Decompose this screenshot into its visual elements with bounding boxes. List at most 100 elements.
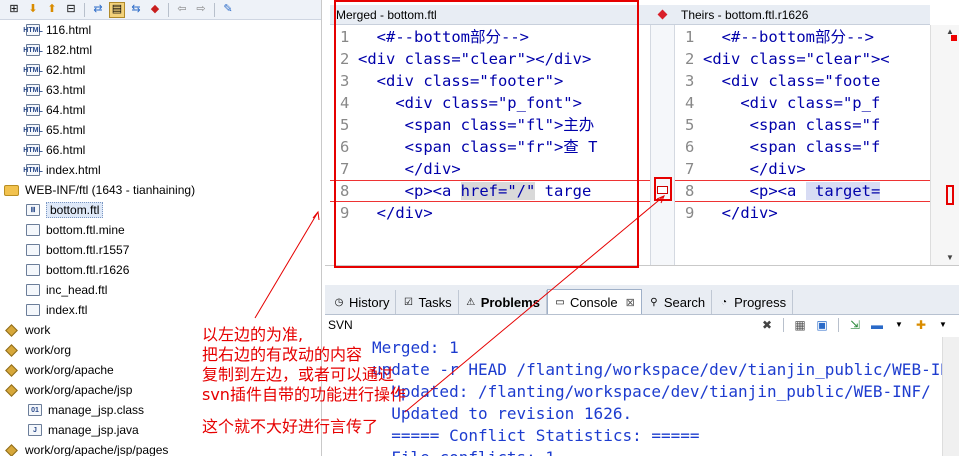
tree-package-item[interactable]: work/org (4, 340, 71, 360)
tree-file-item[interactable]: Jmanage_jsp.java (28, 420, 139, 440)
toolbar-separator (168, 2, 169, 17)
tree-file-item[interactable]: HTML 64.html (23, 100, 85, 120)
console-line: update -r HEAD /flanting/workspace/dev/t… (372, 360, 959, 379)
tree-file-item[interactable]: HTML 182.html (23, 40, 93, 60)
tab-label: Search (663, 294, 706, 310)
code-line: 3 <div class="foote (675, 70, 930, 92)
tree-file-item[interactable]: HTML 66.html (23, 140, 86, 160)
history-icon: ◷ (334, 296, 344, 308)
view-tabbar: ◷ History ☑ Tasks ⚠ Problems ▭ Console ⊠ ⚲ Search ◔… (325, 285, 959, 315)
tree-item-label: 182.html (46, 43, 93, 57)
tree-package-item[interactable]: work/org/apache (4, 360, 114, 380)
tree-item-label: 63.html (46, 83, 86, 97)
file-icon (26, 304, 40, 316)
tree-item-label: index.html (46, 163, 101, 177)
up-arrow-icon[interactable]: ⬆ (44, 2, 60, 18)
chevron-down-icon[interactable]: ▼ (935, 317, 951, 333)
annotation-line: 把右边的有改动的内容 (202, 345, 363, 364)
minimize-icon[interactable]: ⊟ (63, 2, 79, 18)
conflict-diamond-icon (657, 9, 668, 20)
tree-package-item[interactable]: work/org/apache/jsp/pages (4, 440, 168, 456)
open-console-icon[interactable]: ✚ (913, 317, 929, 333)
display-console-icon[interactable]: ▬ (869, 317, 885, 333)
annotation-line: 复制到左边，或者可以通过 (202, 365, 395, 384)
copy-icon[interactable]: ▤ (109, 1, 125, 18)
annotation-text: 以左边的为准, 把右边的有改动的内容 复制到左边，或者可以通过 svn插件自带的… (202, 325, 406, 437)
line-number: 9 (685, 204, 695, 222)
close-icon[interactable]: ✖ (759, 317, 775, 333)
close-tab-icon[interactable]: ⊠ (626, 296, 635, 309)
folder-icon (4, 184, 19, 196)
conflict-marker-icon[interactable] (951, 35, 957, 41)
console-toolbar: ✖ ▦ ▣ ⇲ ▬ ▼ ✚ ▼ (759, 317, 951, 333)
file-icon: HTML (23, 104, 43, 116)
tree-item-label: manage_jsp.java (48, 423, 139, 437)
package-icon (5, 363, 18, 377)
tree-item-label: 116.html (46, 23, 92, 37)
back-icon[interactable]: ⇦ (174, 2, 190, 18)
tree-file-item[interactable]: Ⅲbottom.ftl (26, 200, 104, 220)
theirs-code-pane[interactable]: 1 <#--bottom部分--> 2 <div class="clear">< 3 … (675, 25, 930, 265)
line-number: 2 (685, 50, 695, 68)
toolbar-separator (84, 2, 85, 17)
tree-file-item[interactable]: HTML 62.html (23, 60, 86, 80)
toolbar-separator (838, 318, 839, 332)
forward-icon[interactable]: ⇨ (193, 2, 209, 18)
theirs-pane-title[interactable]: Theirs - bottom.ftl.r1626 (675, 5, 930, 25)
file-icon: HTML (23, 64, 43, 76)
tree-file-item[interactable]: HTML 116.html (23, 20, 92, 40)
tab-console[interactable]: ▭ Console ⊠ (546, 289, 642, 314)
tab-label: Console (569, 294, 618, 310)
tree-package-item[interactable]: work (4, 320, 50, 340)
code-line: 5 <span class="f (675, 114, 930, 136)
tree-file-item[interactable]: HTML 65.html (23, 120, 85, 140)
console-line: Updated to revision 1626. (372, 404, 633, 423)
tree-item-label: bottom.ftl.mine (46, 223, 125, 237)
tree-item-label: bottom.ftl (46, 202, 104, 218)
pin-console-icon[interactable]: ⇲ (847, 317, 863, 333)
tree-file-item[interactable]: bottom.ftl.r1626 (26, 260, 129, 280)
remove-icon[interactable]: ◆ (147, 2, 163, 18)
tree-file-item[interactable]: index.ftl (26, 300, 87, 320)
tab-label: Progress (734, 294, 787, 310)
swap-icon[interactable]: ⇆ (128, 2, 144, 18)
clear-console-icon[interactable]: ▦ (792, 317, 808, 333)
tree-folder-item[interactable]: WEB-INF/ftl (1643 - tianhaining) (4, 180, 195, 200)
tab-tasks[interactable]: ☑ Tasks (396, 290, 459, 314)
tree-file-item[interactable]: HTML index.html (23, 160, 101, 180)
tab-search[interactable]: ⚲ Search (642, 290, 713, 314)
tree-file-item[interactable]: inc_head.ftl (26, 280, 107, 300)
scroll-lock-icon[interactable]: ▣ (814, 317, 830, 333)
tree-item-label: inc_head.ftl (46, 283, 108, 297)
tab-problems[interactable]: ⚠ Problems (459, 290, 547, 314)
tree-file-item[interactable]: HTML 63.html (23, 80, 86, 100)
tree-package-item[interactable]: work/org/apache/jsp (4, 380, 132, 400)
code-text: <#--bottom部分--> (703, 28, 874, 46)
console-line: Updated: /flanting/workspace/dev/tianjin… (372, 382, 931, 401)
tree-file-item[interactable]: 01 manage_jsp.class (28, 400, 144, 420)
down-arrow-icon[interactable]: ⬇ (25, 2, 41, 18)
console-line: Merged: 1 (372, 338, 459, 357)
tree-file-item[interactable]: bottom.ftl.r1557 (26, 240, 129, 260)
collapse-all-icon[interactable]: ⊞ (6, 2, 22, 18)
console-scrollbar[interactable] (942, 337, 959, 456)
tree-item-label: 62.html (46, 63, 86, 77)
console-output[interactable]: Merged: 1 update -r HEAD /flanting/worksp… (372, 337, 959, 456)
merge-divider-header (650, 5, 675, 25)
explorer-toolbar: ⊞ ⬇ ⬆ ⊟ ⇄ ▤ ⇆ ◆ ⇦ ⇨ ✎ (0, 0, 321, 20)
tab-history[interactable]: ◷ History (327, 290, 397, 314)
tree-file-item[interactable]: bottom.ftl.mine (26, 220, 125, 240)
edit-icon[interactable]: ✎ (220, 2, 236, 18)
line-number: 5 (685, 116, 695, 134)
sync-icon[interactable]: ⇄ (90, 2, 106, 18)
line-number: 7 (685, 160, 695, 178)
overview-ruler[interactable]: ▲ ▼ (930, 25, 959, 265)
merged-pane-highlight-box (334, 0, 639, 268)
tree-item-label: 66.html (46, 143, 86, 157)
scroll-down-icon[interactable]: ▼ (945, 253, 955, 263)
file-icon (26, 224, 40, 236)
console-icon: ▭ (555, 296, 565, 308)
chevron-down-icon[interactable]: ▼ (891, 317, 907, 333)
tab-progress[interactable]: ◔ Progress (712, 290, 794, 314)
code-line: 8 <p><a target= (675, 180, 930, 202)
